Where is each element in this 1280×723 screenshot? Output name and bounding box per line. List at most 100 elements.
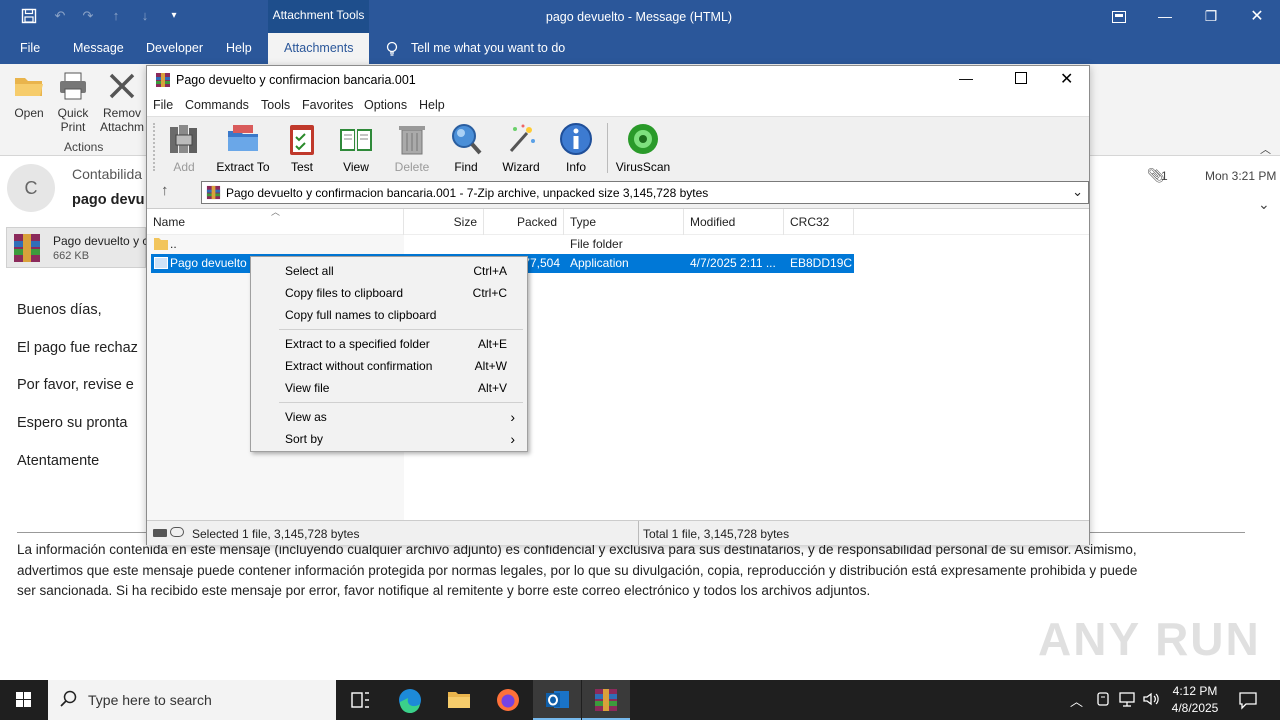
tray-device-icon[interactable] (1094, 690, 1112, 708)
view-button[interactable]: View (328, 119, 384, 174)
down-arrow-icon[interactable]: ↓ (137, 8, 153, 24)
clock-time: 4:12 PM (1172, 684, 1218, 698)
winrar-title-bar: Pago devuelto y confirmacion bancaria.00… (147, 66, 1089, 94)
menu-item-extract-without-confirmation[interactable]: Extract without confirmation Alt+W (251, 355, 527, 377)
clock-date: 4/8/2025 (1171, 701, 1219, 715)
status-selected: Selected 1 file, 3,145,728 bytes (192, 527, 360, 541)
open-button[interactable]: Open (10, 70, 48, 120)
test-button[interactable]: Test (274, 119, 330, 174)
close-button[interactable]: ✕ (1234, 0, 1280, 33)
remove-attachment-button[interactable]: Remov Attachm (98, 70, 146, 134)
row-modified: 4/7/2025 2:11 ... (690, 256, 776, 270)
col-type[interactable]: Type (564, 209, 684, 235)
extract-to-button[interactable]: Extract To (213, 119, 273, 174)
wizard-button[interactable]: Wizard (493, 119, 549, 174)
lightbulb-icon (384, 41, 400, 57)
tab-attachments[interactable]: Attachments (284, 33, 353, 64)
add-button[interactable]: Add (156, 119, 212, 174)
menu-item-copy-full-names[interactable]: Copy full names to clipboard (251, 304, 527, 326)
delete-button[interactable]: Delete (384, 119, 440, 174)
tray-overflow-icon[interactable]: ︿ (1070, 691, 1083, 710)
up-folder-icon[interactable]: ↑ (161, 182, 169, 199)
menu-item-view-as[interactable]: View as › (251, 406, 527, 428)
collapse-ribbon-icon[interactable]: ︿ (1260, 141, 1271, 157)
menu-item-copy-files[interactable]: Copy files to clipboard Ctrl+C (251, 282, 527, 304)
winrar-archive-icon (11, 232, 43, 264)
chevron-down-icon[interactable]: ⌄ (1072, 184, 1083, 200)
col-modified[interactable]: Modified (684, 209, 784, 235)
ribbon-tabs: File Message Developer Help Attachments … (0, 33, 1280, 64)
menu-item-label: Copy full names to clipboard (285, 308, 437, 322)
menu-commands[interactable]: Commands (185, 98, 249, 112)
menu-file[interactable]: File (153, 98, 173, 112)
row-type: Application (570, 256, 629, 270)
up-arrow-icon[interactable]: ↑ (108, 8, 124, 24)
drive-icon (153, 529, 167, 537)
menu-item-shortcut: Alt+E (477, 337, 507, 351)
edge-icon[interactable] (386, 680, 434, 720)
path-text: Pago devuelto y confirmacion bancaria.00… (226, 186, 709, 200)
remove-label-1: Remov (102, 106, 141, 120)
table-row[interactable]: .. File folder (147, 235, 854, 254)
winrar-app-icon (155, 72, 171, 88)
menu-help[interactable]: Help (419, 98, 445, 112)
tell-me-search[interactable]: Tell me what you want to do (411, 33, 565, 64)
restore-button[interactable]: ❐ (1188, 0, 1234, 33)
winrar-title: Pago devuelto y confirmacion bancaria.00… (176, 73, 416, 87)
redo-icon[interactable]: ↷ (80, 8, 96, 24)
start-button[interactable] (0, 680, 48, 720)
winrar-taskbar-icon[interactable] (582, 680, 630, 720)
quick-print-button[interactable]: Quick Print (52, 70, 94, 134)
customize-qat-icon[interactable]: ▾ (166, 8, 182, 24)
menu-item-label: Extract without confirmation (285, 359, 433, 373)
save-icon[interactable] (21, 8, 37, 24)
virusscan-bug-icon (625, 121, 661, 157)
network-icon[interactable] (1118, 690, 1136, 708)
attachment-chip[interactable]: Pago devuelto y c 662 KB (6, 227, 148, 268)
body-closing: Atentamente (17, 453, 100, 469)
virusscan-button[interactable]: VirusScan (613, 119, 673, 174)
col-size[interactable]: Size (404, 209, 484, 235)
task-view-icon[interactable] (336, 680, 384, 720)
winrar-minimize-button[interactable]: — (959, 70, 973, 86)
test-clipboard-icon (284, 121, 320, 157)
col-crc32[interactable]: CRC32 (784, 209, 854, 235)
menu-item-label: Sort by (285, 432, 324, 446)
row-name: .. (170, 237, 177, 251)
minimize-button[interactable]: — (1142, 0, 1188, 33)
menu-item-select-all[interactable]: Select all Ctrl+A (251, 260, 527, 282)
menu-item-view-file[interactable]: View file Alt+V (251, 377, 527, 399)
menu-item-extract-to-folder[interactable]: Extract to a specified folder Alt+E (251, 333, 527, 355)
taskbar-search-box[interactable]: Type here to search (48, 680, 336, 720)
tab-developer[interactable]: Developer (146, 33, 203, 64)
column-header-row: Name ︿ Size Packed Type Modified CRC32 (147, 207, 1089, 235)
tab-message[interactable]: Message (73, 33, 124, 64)
find-button[interactable]: Find (438, 119, 494, 174)
toolbar-separator (607, 123, 608, 173)
tab-help[interactable]: Help (226, 33, 252, 64)
menu-item-shortcut: Alt+W (474, 359, 507, 373)
remove-x-icon (106, 70, 138, 102)
taskbar-clock[interactable]: 4:12 PM 4/8/2025 (1166, 683, 1224, 717)
tab-file[interactable]: File (20, 33, 40, 64)
outlook-taskbar-icon[interactable] (533, 680, 581, 720)
wizard-label: Wizard (502, 160, 540, 174)
menu-tools[interactable]: Tools (261, 98, 290, 112)
file-explorer-icon[interactable] (435, 680, 483, 720)
winrar-maximize-button[interactable] (1015, 72, 1027, 84)
expand-header-icon[interactable]: ⌄ (1258, 196, 1270, 213)
sender-name[interactable]: Contabilida (72, 166, 142, 182)
winrar-close-button[interactable]: ✕ (1060, 69, 1073, 89)
menu-item-sort-by[interactable]: Sort by › (251, 428, 527, 450)
notifications-icon[interactable] (1238, 690, 1258, 710)
col-packed[interactable]: Packed (484, 209, 564, 235)
volume-icon[interactable] (1142, 690, 1160, 708)
path-dropdown[interactable]: Pago devuelto y confirmacion bancaria.00… (201, 181, 1089, 204)
firefox-icon[interactable] (484, 680, 532, 720)
undo-icon[interactable]: ↶ (52, 8, 68, 24)
info-button[interactable]: Info (548, 119, 604, 174)
info-label: Info (565, 160, 586, 174)
menu-favorites[interactable]: Favorites (302, 98, 353, 112)
menu-options[interactable]: Options (364, 98, 407, 112)
ribbon-display-icon[interactable] (1096, 0, 1142, 33)
